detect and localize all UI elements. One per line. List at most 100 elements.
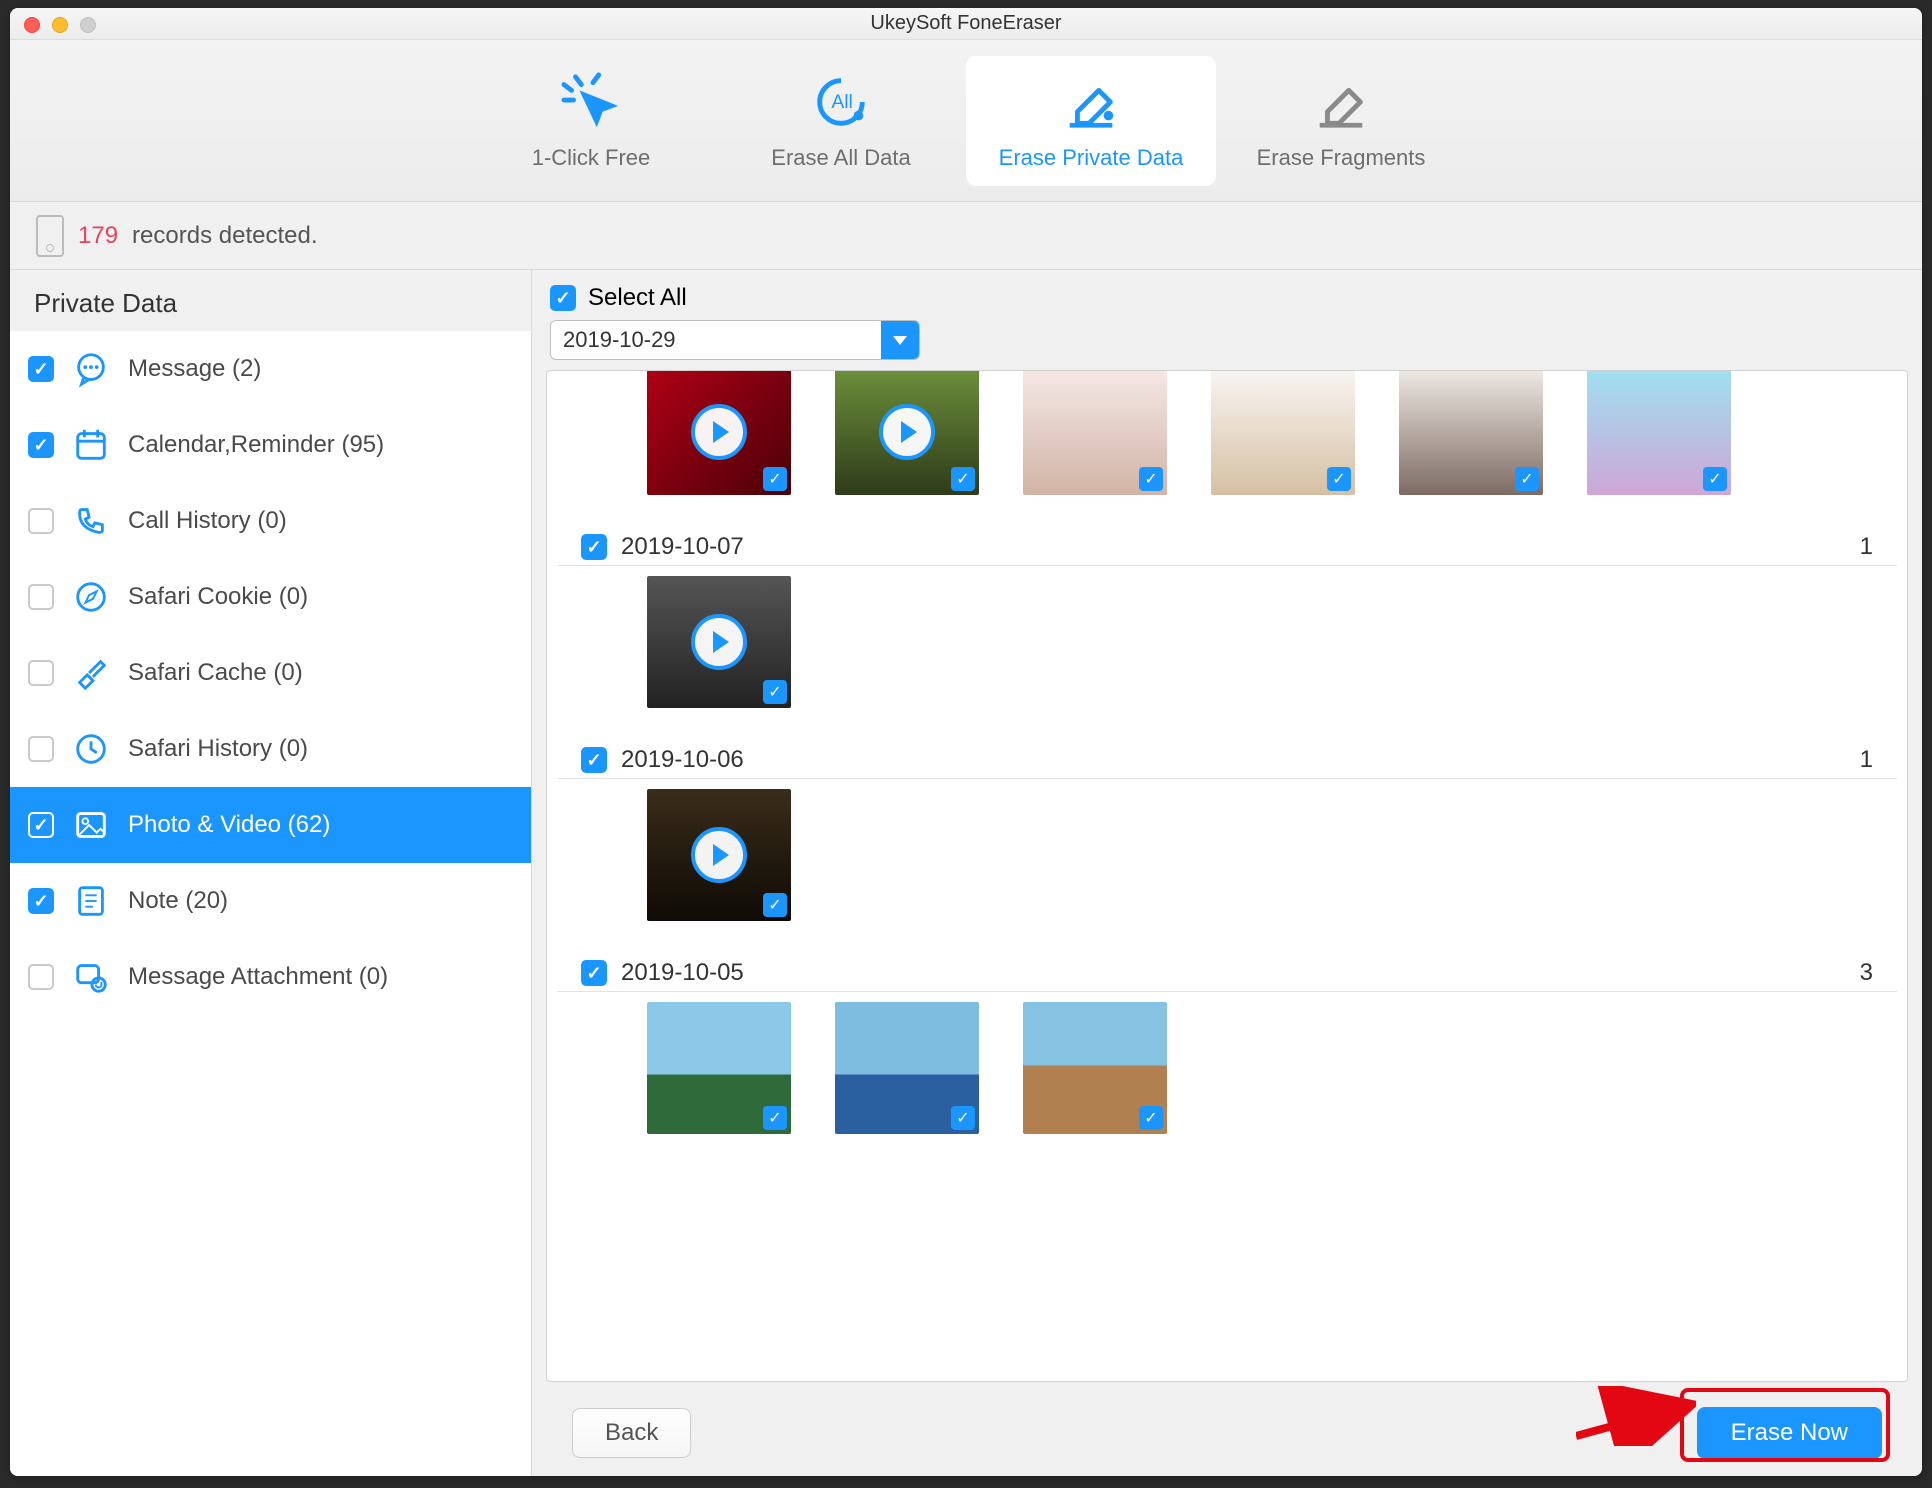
group-count: 1 bbox=[1860, 746, 1873, 774]
sidebar-item-label: Safari Cache (0) bbox=[128, 659, 303, 687]
sidebar-item-safari-cookie[interactable]: Safari Cookie (0) bbox=[10, 559, 531, 635]
checkbox[interactable] bbox=[28, 812, 54, 838]
message-icon bbox=[72, 350, 110, 388]
sidebar-title: Private Data bbox=[10, 270, 531, 331]
close-window-icon[interactable] bbox=[24, 17, 40, 33]
minimize-window-icon[interactable] bbox=[52, 17, 68, 33]
category-list: Message (2) Calendar,Reminder (95) Call … bbox=[10, 331, 531, 1476]
play-icon bbox=[691, 614, 747, 670]
records-count: 179 bbox=[78, 222, 118, 250]
sidebar-item-label: Photo & Video (62) bbox=[128, 811, 330, 839]
titlebar: UkeySoft FoneEraser bbox=[10, 8, 1922, 40]
sidebar-item-message[interactable]: Message (2) bbox=[10, 331, 531, 407]
sidebar-item-safari-history[interactable]: Safari History (0) bbox=[10, 711, 531, 787]
clock-icon bbox=[72, 730, 110, 768]
sidebar-item-message-attachment[interactable]: Message Attachment (0) bbox=[10, 939, 531, 1015]
thumb-checkbox[interactable]: ✓ bbox=[951, 1106, 975, 1130]
group-date: 2019-10-05 bbox=[621, 959, 744, 987]
maximize-window-icon[interactable] bbox=[80, 17, 96, 33]
checkbox[interactable] bbox=[28, 432, 54, 458]
sidebar-item-label: Note (20) bbox=[128, 887, 228, 915]
sidebar-item-call-history[interactable]: Call History (0) bbox=[10, 483, 531, 559]
group-checkbox[interactable] bbox=[581, 960, 607, 986]
media-thumbnail[interactable]: ✓ bbox=[835, 1002, 979, 1134]
checkbox[interactable] bbox=[28, 584, 54, 610]
sidebar-item-calendar[interactable]: Calendar,Reminder (95) bbox=[10, 407, 531, 483]
tab-label: 1-Click Free bbox=[532, 145, 651, 171]
checkbox[interactable] bbox=[28, 356, 54, 382]
select-all-label: Select All bbox=[588, 284, 687, 312]
tab-one-click-free[interactable]: 1-Click Free bbox=[466, 56, 716, 186]
checkbox[interactable] bbox=[28, 508, 54, 534]
attachment-icon bbox=[72, 958, 110, 996]
phone-icon bbox=[36, 215, 64, 257]
thumb-checkbox[interactable]: ✓ bbox=[1515, 467, 1539, 491]
thumb-checkbox[interactable]: ✓ bbox=[1139, 1106, 1163, 1130]
group-count: 3 bbox=[1860, 959, 1873, 987]
thumb-checkbox[interactable]: ✓ bbox=[763, 893, 787, 917]
play-icon bbox=[879, 404, 935, 460]
media-thumbnail[interactable]: ✓ bbox=[647, 1002, 791, 1134]
thumb-checkbox[interactable]: ✓ bbox=[763, 680, 787, 704]
media-thumbnail[interactable]: ✓ bbox=[647, 576, 791, 708]
date-group-header: 2019-10-06 1 bbox=[557, 728, 1897, 779]
group-date: 2019-10-06 bbox=[621, 746, 744, 774]
phone-call-icon bbox=[72, 502, 110, 540]
sidebar-item-label: Message (2) bbox=[128, 355, 261, 383]
media-thumbnail[interactable]: ✓ bbox=[1399, 370, 1543, 495]
media-thumbnail[interactable]: ✓ bbox=[1023, 370, 1167, 495]
group-checkbox[interactable] bbox=[581, 534, 607, 560]
date-dropdown[interactable]: 2019-10-29 bbox=[550, 320, 920, 360]
tab-erase-all-data[interactable]: All Erase All Data bbox=[716, 56, 966, 186]
thumb-checkbox[interactable]: ✓ bbox=[1703, 467, 1727, 491]
click-icon bbox=[560, 71, 622, 133]
sidebar-item-photo-video[interactable]: Photo & Video (62) bbox=[10, 787, 531, 863]
back-button[interactable]: Back bbox=[572, 1408, 691, 1458]
thumb-checkbox[interactable]: ✓ bbox=[951, 467, 975, 491]
brush-icon bbox=[72, 654, 110, 692]
thumb-checkbox[interactable]: ✓ bbox=[1139, 467, 1163, 491]
thumb-checkbox[interactable]: ✓ bbox=[763, 467, 787, 491]
sidebar-item-label: Safari History (0) bbox=[128, 735, 308, 763]
checkbox[interactable] bbox=[28, 888, 54, 914]
checkbox[interactable] bbox=[28, 736, 54, 762]
select-all-checkbox[interactable] bbox=[550, 285, 576, 311]
gallery-scroll[interactable]: ✓ ✓ ✓ ✓ ✓ ✓ 2019-10-07 1 ✓ 2019- bbox=[546, 370, 1908, 1382]
group-date: 2019-10-07 bbox=[621, 533, 744, 561]
checkbox[interactable] bbox=[28, 964, 54, 990]
media-thumbnail[interactable]: ✓ bbox=[647, 789, 791, 921]
media-thumbnail[interactable]: ✓ bbox=[835, 370, 979, 495]
eraser-private-icon bbox=[1060, 71, 1122, 133]
records-text: records detected. bbox=[132, 222, 317, 250]
chevron-down-icon[interactable] bbox=[881, 321, 919, 359]
media-thumbnail[interactable]: ✓ bbox=[1023, 1002, 1167, 1134]
date-group-header: 2019-10-07 1 bbox=[557, 515, 1897, 566]
thumb-checkbox[interactable]: ✓ bbox=[1327, 467, 1351, 491]
status-row: 179 records detected. bbox=[10, 202, 1922, 270]
window-controls bbox=[24, 17, 96, 33]
sidebar-item-label: Call History (0) bbox=[128, 507, 287, 535]
sidebar-item-label: Calendar,Reminder (95) bbox=[128, 431, 384, 459]
checkbox[interactable] bbox=[28, 660, 54, 686]
svg-text:All: All bbox=[831, 90, 853, 112]
tab-erase-fragments[interactable]: Erase Fragments bbox=[1216, 56, 1466, 186]
select-all-row: Select All bbox=[532, 270, 1922, 316]
tab-label: Erase All Data bbox=[771, 145, 910, 171]
play-icon bbox=[691, 404, 747, 460]
media-thumbnail[interactable]: ✓ bbox=[647, 370, 791, 495]
calendar-icon bbox=[72, 426, 110, 464]
group-checkbox[interactable] bbox=[581, 747, 607, 773]
sidebar-item-label: Safari Cookie (0) bbox=[128, 583, 308, 611]
group-count: 1 bbox=[1860, 533, 1873, 561]
tab-label: Erase Private Data bbox=[999, 145, 1184, 171]
compass-icon bbox=[72, 578, 110, 616]
thumb-checkbox[interactable]: ✓ bbox=[763, 1106, 787, 1130]
sidebar-item-note[interactable]: Note (20) bbox=[10, 863, 531, 939]
footer-bar: Back Erase Now bbox=[532, 1390, 1922, 1476]
erase-now-button[interactable]: Erase Now bbox=[1697, 1407, 1882, 1459]
media-thumbnail[interactable]: ✓ bbox=[1211, 370, 1355, 495]
play-icon bbox=[691, 827, 747, 883]
media-thumbnail[interactable]: ✓ bbox=[1587, 370, 1731, 495]
sidebar-item-safari-cache[interactable]: Safari Cache (0) bbox=[10, 635, 531, 711]
tab-erase-private-data[interactable]: Erase Private Data bbox=[966, 56, 1216, 186]
